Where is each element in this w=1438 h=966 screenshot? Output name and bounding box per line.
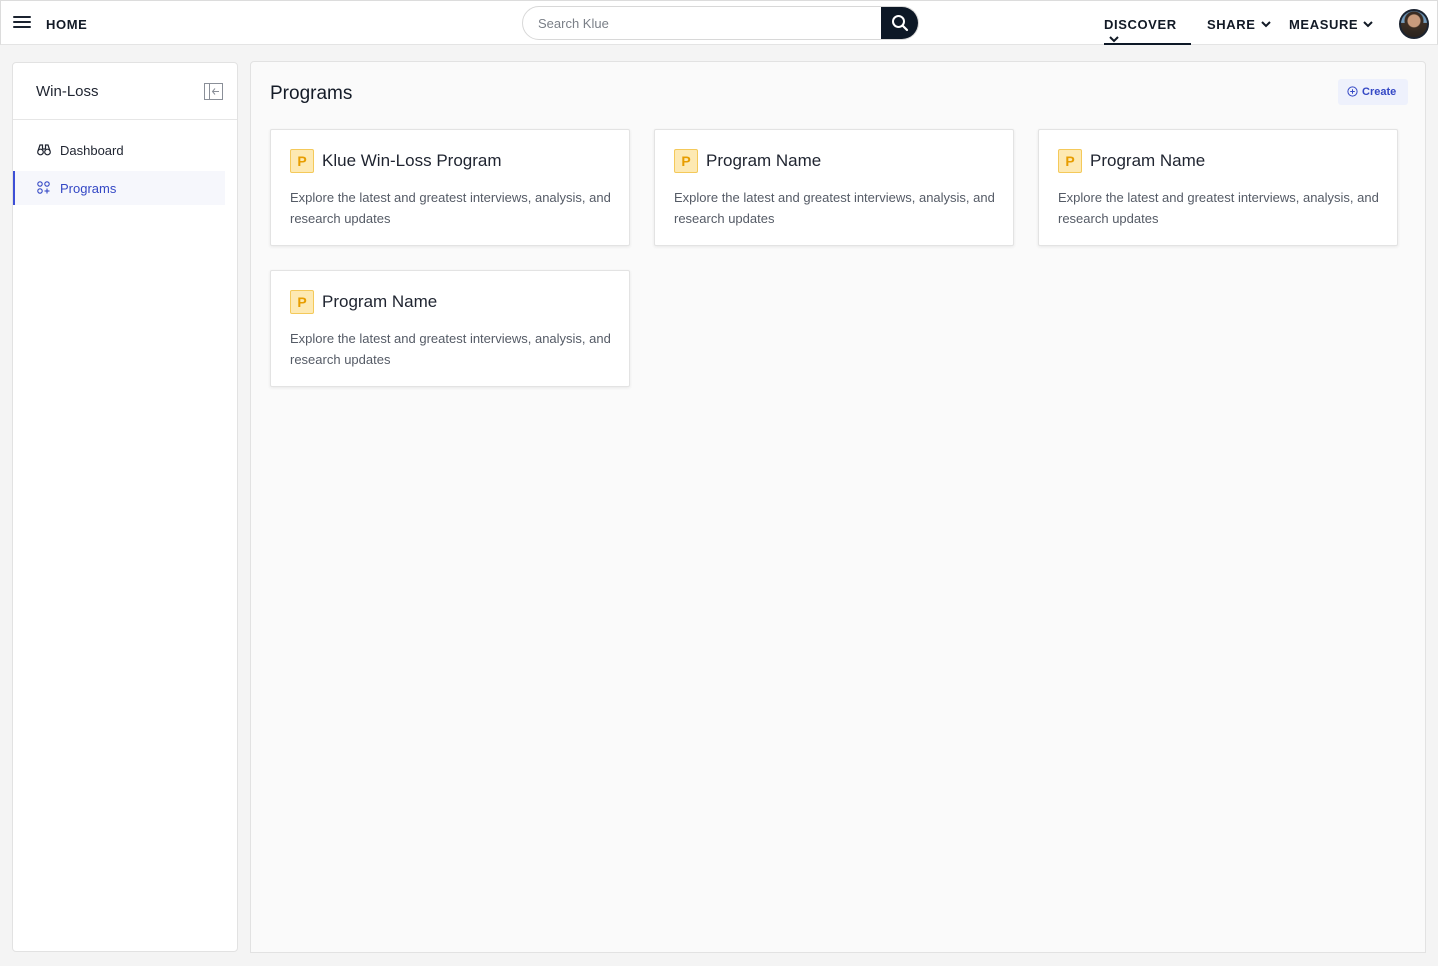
program-badge-icon: P	[1058, 149, 1082, 173]
binoculars-icon	[37, 144, 51, 156]
program-title: Program Name	[706, 151, 822, 170]
sidebar-item-label: Dashboard	[60, 143, 124, 158]
nav-measure[interactable]: MEASURE	[1289, 17, 1373, 45]
main-content: Programs Create P Klue Win-Loss Program …	[250, 61, 1426, 953]
sidebar-item-programs[interactable]: Programs	[13, 171, 225, 205]
program-badge-icon: P	[290, 149, 314, 173]
plus-circle-icon	[1347, 86, 1358, 97]
sidebar-item-dashboard[interactable]: Dashboard	[13, 133, 225, 167]
sidebar-header: Win-Loss	[13, 63, 237, 120]
nav-measure-label: MEASURE	[1289, 17, 1359, 32]
program-description: Explore the latest and greatest intervie…	[674, 190, 995, 226]
program-description: Explore the latest and greatest intervie…	[1058, 190, 1379, 226]
sidebar-item-label: Programs	[60, 181, 117, 196]
search-input[interactable]	[523, 7, 883, 39]
nav-discover[interactable]: DISCOVER	[1104, 17, 1191, 45]
program-description: Explore the latest and greatest intervie…	[290, 190, 611, 226]
program-badge-icon: P	[674, 149, 698, 173]
sidebar-title: Win-Loss	[36, 83, 99, 100]
chevron-down-icon	[1109, 36, 1119, 43]
hamburger-menu-icon[interactable]	[13, 16, 31, 30]
sidebar: Win-Loss Dashboard Programs	[12, 62, 238, 952]
create-button-label: Create	[1362, 86, 1397, 98]
program-title: Program Name	[1090, 151, 1206, 170]
chevron-down-icon	[1260, 21, 1271, 28]
nav-share-label: SHARE	[1207, 17, 1256, 32]
user-avatar[interactable]	[1399, 9, 1429, 39]
page-title: Programs	[270, 83, 353, 104]
top-navigation-bar: HOME DISCOVER SHARE MEASURE	[0, 0, 1438, 45]
collapse-sidebar-icon[interactable]	[204, 83, 223, 100]
search-button[interactable]	[881, 7, 918, 39]
search-icon	[892, 15, 909, 32]
program-title: Klue Win-Loss Program	[322, 151, 502, 170]
nav-discover-label: DISCOVER	[1104, 17, 1177, 32]
home-link[interactable]: HOME	[46, 17, 87, 32]
program-card[interactable]: P Program Name Explore the latest and gr…	[654, 129, 1014, 246]
program-title: Program Name	[322, 292, 438, 311]
nav-share[interactable]: SHARE	[1207, 17, 1271, 45]
search-bar	[522, 6, 919, 40]
program-badge-icon: P	[290, 290, 314, 314]
program-card[interactable]: P Klue Win-Loss Program Explore the late…	[270, 129, 630, 246]
create-button[interactable]: Create	[1338, 79, 1408, 105]
program-card[interactable]: P Program Name Explore the latest and gr…	[1038, 129, 1398, 246]
chevron-down-icon	[1363, 21, 1373, 28]
program-card[interactable]: P Program Name Explore the latest and gr…	[270, 270, 630, 387]
program-description: Explore the latest and greatest intervie…	[290, 331, 611, 367]
grid-plus-icon	[37, 181, 50, 194]
